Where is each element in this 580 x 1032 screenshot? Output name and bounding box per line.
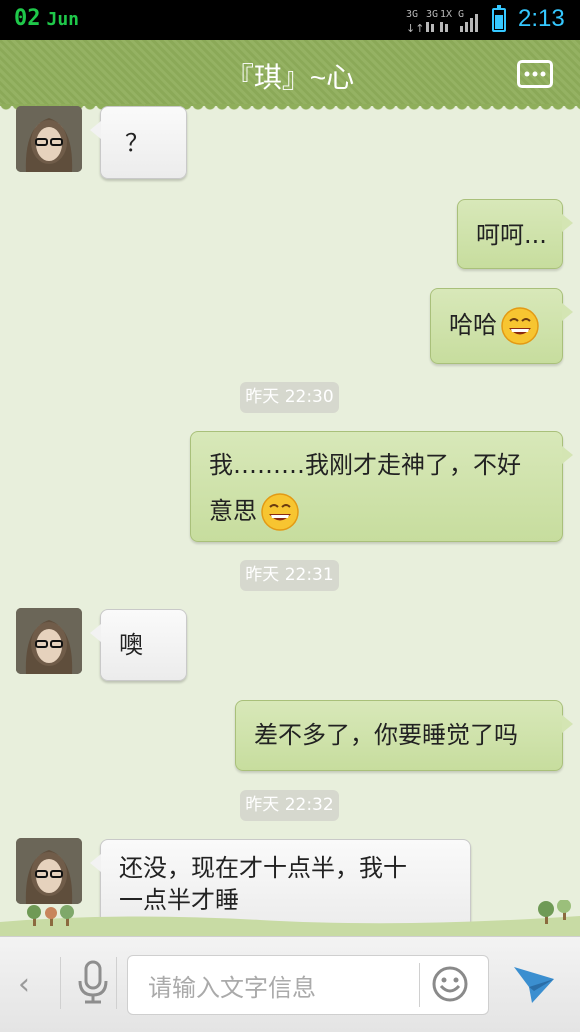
message-input-placeholder: 请输入文字信息	[148, 974, 316, 1002]
message-bubble-in[interactable]: 噢	[90, 609, 187, 681]
status-month: Jun	[46, 9, 80, 30]
title-bar: 『琪』~心	[0, 40, 580, 112]
input-bar: ‹ 请输入文字信息	[0, 936, 580, 1032]
status-day: 02	[14, 6, 41, 31]
net-type-2: 1X	[440, 9, 452, 20]
signal-icons: 3G 3G 1X G ↓↑	[406, 6, 486, 35]
message-text: 呵呵...	[476, 221, 547, 249]
avatar[interactable]	[16, 608, 82, 674]
message-text: 噢	[119, 631, 143, 659]
avatar[interactable]	[16, 838, 82, 904]
battery-icon	[492, 5, 506, 32]
net-type-0: 3G	[406, 9, 418, 20]
avatar[interactable]	[16, 106, 82, 172]
svg-text:↓↑: ↓↑	[406, 22, 424, 34]
message-bubble-in[interactable]: ？	[90, 106, 187, 179]
message-text: 哈哈	[449, 311, 497, 339]
divider	[419, 963, 420, 1007]
net-type-3: G	[458, 9, 464, 20]
chevron-left-icon[interactable]: ‹	[18, 967, 30, 1002]
message-text-line1: 我………我刚才走神了，不好	[209, 451, 521, 479]
scenery-decoration	[0, 900, 580, 936]
timestamp: 昨天 22:31	[240, 560, 339, 591]
status-time: 2:13	[518, 5, 565, 32]
message-text: ？	[125, 129, 149, 157]
message-bubble-out[interactable]: 呵呵...	[457, 199, 573, 269]
message-text-line2: 意思	[209, 497, 257, 525]
divider	[60, 957, 61, 1009]
message-bubble-out[interactable]: 我………我刚才走神了，不好 意思	[190, 431, 573, 542]
message-text-line1: 还没，现在才十点半，我十	[119, 854, 407, 882]
chat-area[interactable]: ？ 呵呵... 哈哈 昨天 22:30 我………我刚才走神了，不好 意思 昨天 …	[0, 106, 580, 932]
message-bubble-out[interactable]: 哈哈	[430, 288, 573, 364]
message-text: 差不多了，你要睡觉了吗	[254, 721, 518, 749]
message-bubble-out[interactable]: 差不多了，你要睡觉了吗	[235, 700, 573, 771]
signal-strength-icon: 3G 3G 1X G ↓↑	[406, 9, 478, 35]
smiley-icon[interactable]	[431, 965, 469, 1003]
send-icon[interactable]	[512, 963, 556, 1005]
grinning-face-icon	[261, 493, 299, 531]
more-dots-icon[interactable]	[517, 60, 553, 88]
timestamp: 昨天 22:30	[240, 382, 339, 413]
status-bar: 02 Jun 3G 3G 1X G ↓↑ 2:13	[0, 0, 580, 40]
chat-title: 『琪』~心	[225, 62, 355, 93]
timestamp: 昨天 22:32	[240, 790, 339, 821]
net-type-1: 3G	[426, 9, 438, 20]
grinning-face-icon	[501, 307, 539, 345]
microphone-icon[interactable]	[76, 959, 110, 1005]
divider	[116, 957, 117, 1009]
status-date: 02 Jun	[14, 6, 79, 31]
